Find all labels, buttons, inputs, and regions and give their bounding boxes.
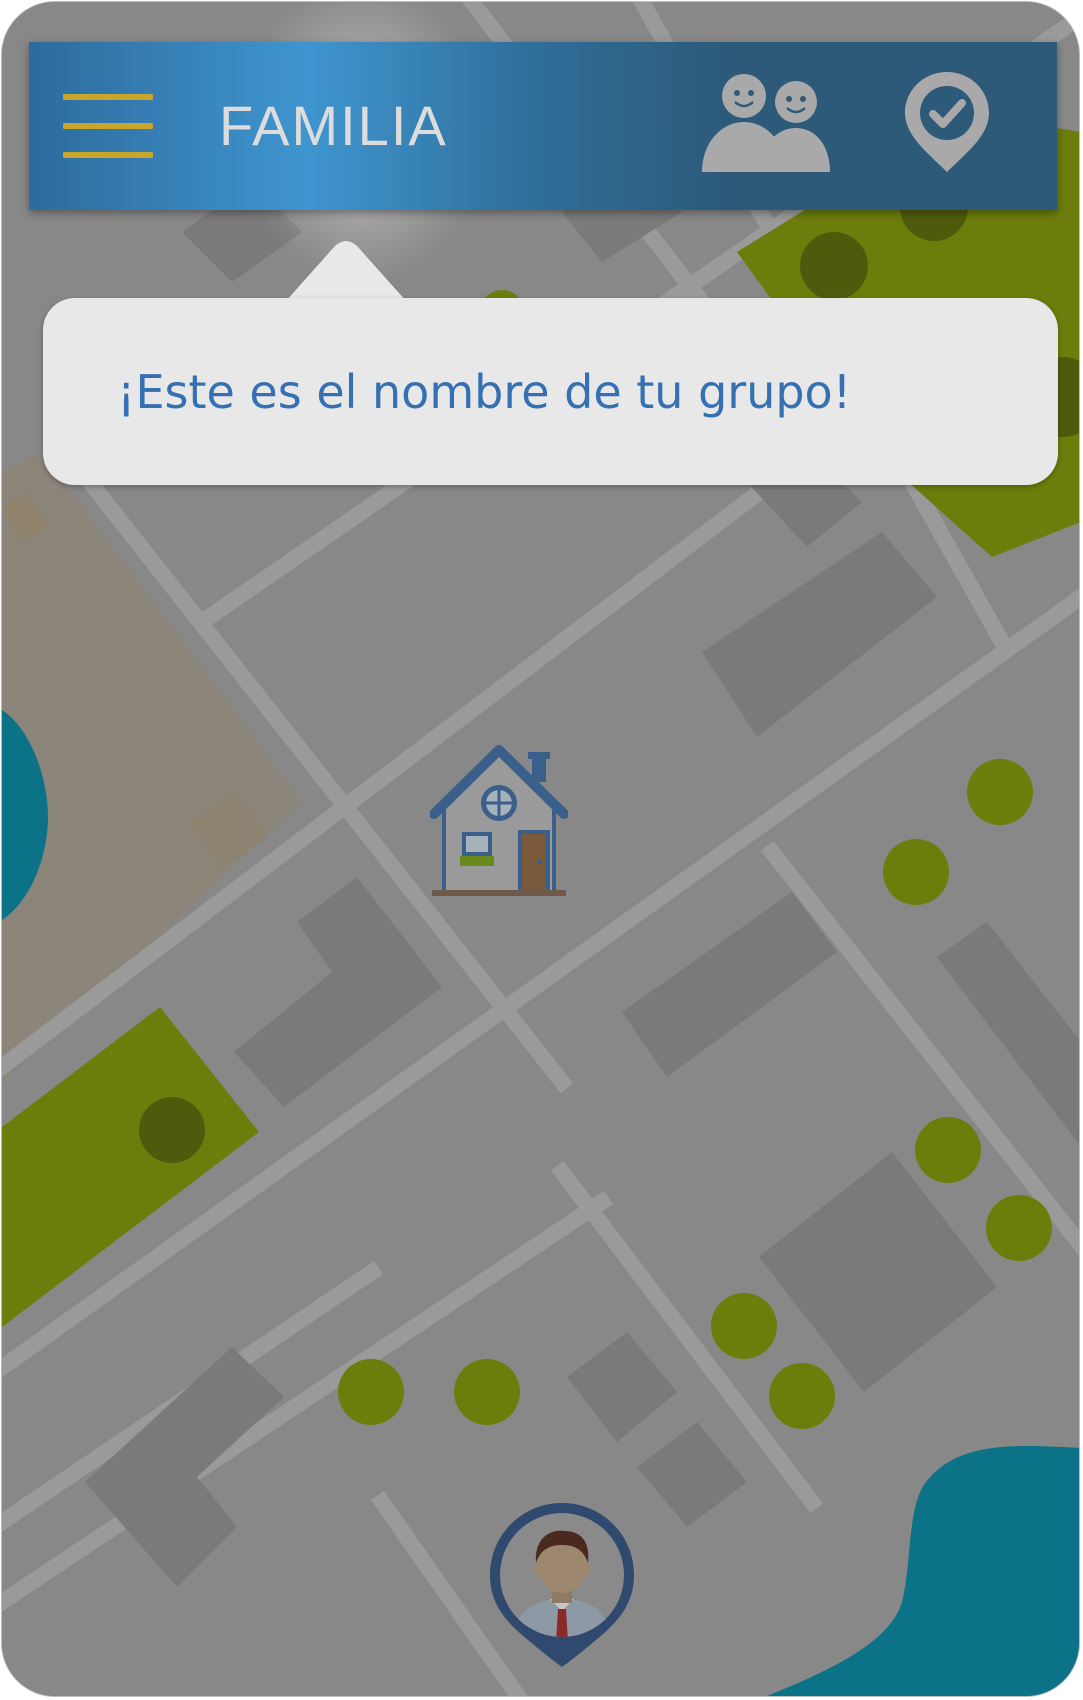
- tooltip-pointer: [285, 241, 407, 302]
- onboarding-tooltip[interactable]: ¡Este es el nombre de tu grupo!: [43, 298, 1058, 485]
- hamburger-menu-icon[interactable]: [63, 94, 153, 158]
- group-members-icon[interactable]: [702, 72, 830, 172]
- house-icon[interactable]: [430, 742, 568, 898]
- location-check-icon[interactable]: [905, 72, 989, 172]
- top-bar: FAMILIA: [29, 42, 1057, 210]
- group-name-title[interactable]: FAMILIA: [219, 94, 448, 158]
- tooltip-message: ¡Este es el nombre de tu grupo!: [117, 364, 852, 419]
- user-avatar-pin-icon[interactable]: [486, 1499, 638, 1669]
- app-frame: FAMILIA ¡Este es el nombre de tu grupo!: [1, 1, 1080, 1697]
